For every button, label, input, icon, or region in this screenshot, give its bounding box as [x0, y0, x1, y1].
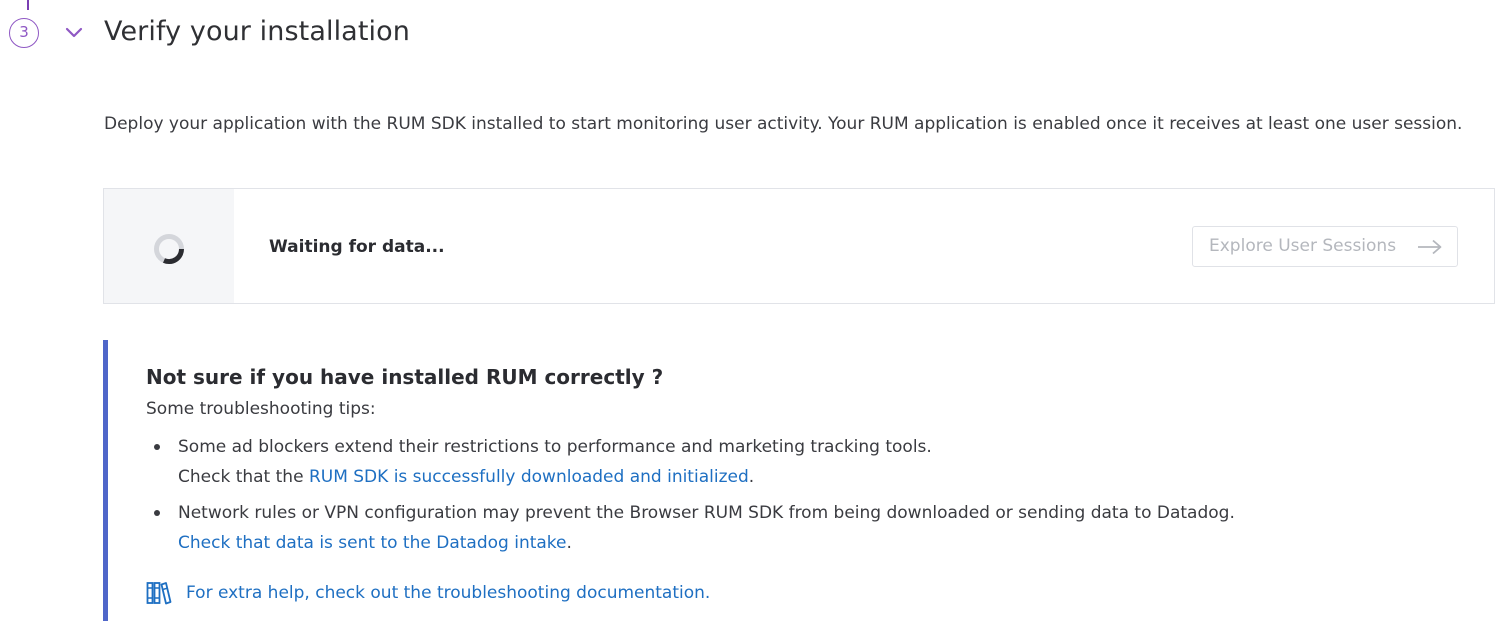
status-icon-area	[104, 189, 234, 303]
troubleshooting-docs-link[interactable]: For extra help, check out the troublesho…	[186, 583, 710, 603]
help-row: For extra help, check out the troublesho…	[146, 580, 710, 606]
intro-text: Deploy your application with the RUM SDK…	[104, 114, 1463, 134]
tip-text: Some ad blockers extend their restrictio…	[178, 437, 932, 457]
list-item: Some ad blockers extend their restrictio…	[146, 432, 1235, 492]
status-panel: Waiting for data... Explore User Session…	[103, 188, 1495, 304]
rum-sdk-downloaded-link[interactable]: RUM SDK is successfully downloaded and i…	[309, 467, 749, 487]
tip-action-suffix: .	[748, 467, 755, 487]
explore-button-label: Explore User Sessions	[1209, 236, 1397, 256]
explore-user-sessions-button[interactable]: Explore User Sessions	[1192, 226, 1458, 267]
step-connector-line	[27, 0, 29, 10]
books-icon	[146, 582, 172, 605]
tips-list: Some ad blockers extend their restrictio…	[146, 432, 1235, 564]
chevron-down-icon[interactable]	[64, 26, 84, 40]
bullet	[154, 444, 160, 450]
step-number-badge: 3	[9, 18, 39, 48]
tip-action-suffix: .	[566, 533, 572, 553]
tip-text: Network rules or VPN configuration may p…	[178, 503, 1235, 523]
tip-action: Check that data is sent to the Datadog i…	[178, 528, 1235, 558]
list-item: Network rules or VPN configuration may p…	[146, 498, 1235, 558]
status-text: Waiting for data...	[269, 237, 445, 257]
tip-action: Check that the RUM SDK is successfully d…	[178, 462, 1235, 492]
arrow-right-icon	[1418, 239, 1442, 255]
datadog-intake-link[interactable]: Check that data is sent to the Datadog i…	[178, 533, 567, 553]
step-title: Verify your installation	[104, 16, 410, 47]
tips-subtitle: Some troubleshooting tips:	[146, 399, 376, 419]
tips-title: Not sure if you have installed RUM corre…	[146, 365, 664, 389]
bullet	[154, 510, 160, 516]
tip-action-prefix: Check that the	[178, 467, 309, 487]
loading-spinner-icon	[154, 234, 185, 265]
troubleshooting-tips-panel: Not sure if you have installed RUM corre…	[103, 340, 1495, 621]
